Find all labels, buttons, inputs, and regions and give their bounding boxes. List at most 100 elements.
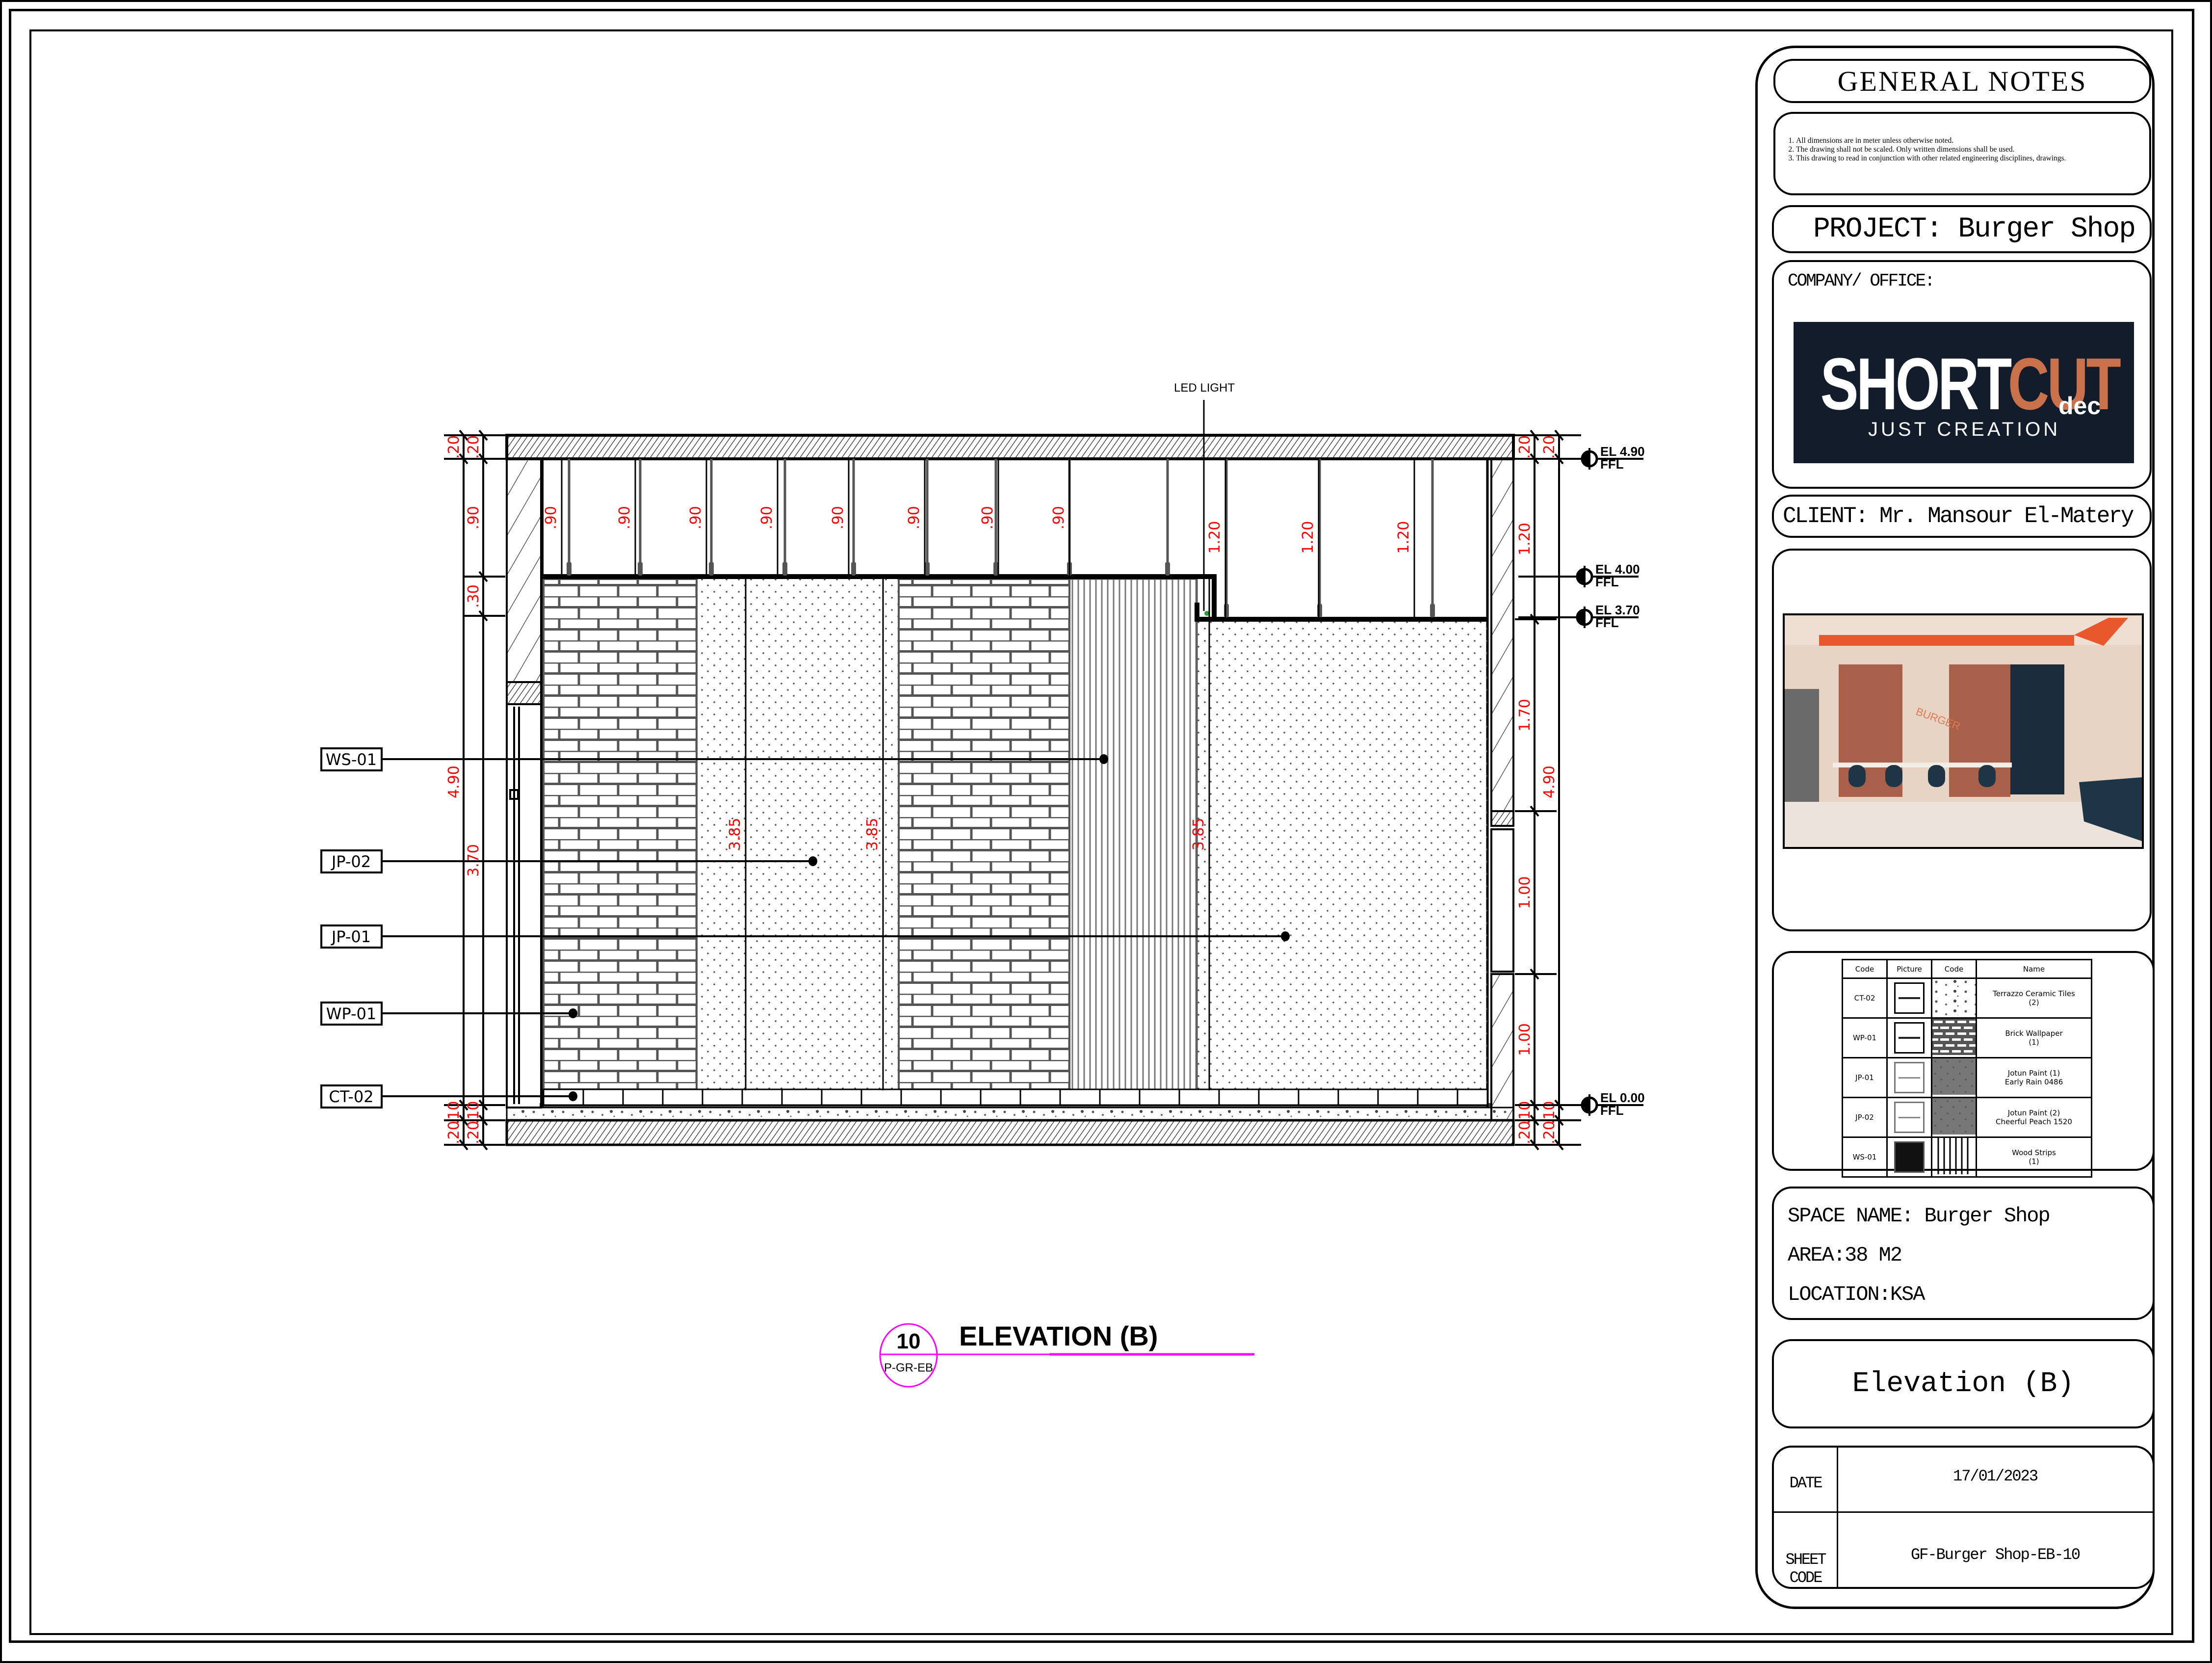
legend-header-pattern-code: Code — [1931, 959, 1977, 979]
space-area: AREA:38 M2 — [1788, 1243, 1902, 1267]
dimension-label: .20 — [465, 1121, 482, 1144]
dimension-label: .20 — [445, 435, 463, 459]
dimension-label: 1.00 — [1516, 1023, 1534, 1056]
dimension-label: .20 — [1541, 1121, 1558, 1144]
dimension-label: .20 — [445, 1121, 463, 1144]
legend-name: Terrazzo Ceramic Tiles (2) — [1976, 977, 2092, 1019]
logo-tagline: JUST CREATION — [1868, 419, 2060, 440]
elevation-sub-label: FFL — [1595, 615, 1619, 630]
material-tag-code: WP-01 — [326, 1004, 377, 1023]
ceiling-drop-label: 1.20 — [1300, 521, 1317, 554]
legend-code: WS-01 — [1842, 1136, 1888, 1178]
legend-header-picture: Picture — [1886, 959, 1932, 979]
dimension-label: 1.20 — [1516, 523, 1534, 555]
date-value: 17/01/2023 — [1952, 1467, 2038, 1485]
legend-row: JP-01 Jotun Paint (1) Early Rain 0486 — [1842, 1057, 2092, 1098]
legend-code: JP-01 — [1842, 1057, 1888, 1098]
legend-pattern — [1931, 1017, 1977, 1058]
legend-pattern — [1931, 977, 1977, 1019]
leader-dot — [569, 1091, 577, 1101]
elevation-sub-label: FFL — [1595, 575, 1619, 589]
legend-row: WS-01 Wood Strips (1) — [1842, 1136, 2092, 1178]
legend-picture — [1886, 1017, 1932, 1058]
hanger-clip — [1430, 604, 1435, 617]
image-placeholder-icon — [1894, 1062, 1925, 1093]
general-notes: All dimensions are in meter unless other… — [1773, 112, 2151, 195]
view-number: 10 — [897, 1329, 921, 1353]
legend-pattern — [1931, 1097, 1977, 1138]
right-lintel — [1490, 810, 1514, 827]
material-legend-table: Code Picture Code Name CT-02 Terrazzo Ce… — [1842, 959, 2092, 1178]
leader-dot — [1281, 931, 1290, 941]
view-sheet-ref: P-GR-EB — [884, 1361, 933, 1374]
render-box: BURGER — [1772, 549, 2152, 931]
legend-row: CT-02 Terrazzo Ceramic Tiles (2) — [1842, 977, 2092, 1019]
legend-pattern — [1931, 1057, 1977, 1098]
view-title-block: 10 P-GR-EB ELEVATION (B) — [879, 1320, 1254, 1388]
dimension-label: 4.90 — [1541, 766, 1558, 798]
left-window-frame — [506, 703, 542, 1109]
legend-code: JP-02 — [1842, 1097, 1888, 1138]
note-item: This drawing to read in conjunction with… — [1796, 154, 2140, 163]
dimension-label: 4.90 — [445, 766, 463, 798]
legend-row: JP-02 Jotun Paint (2) Cheerful Peach 1520 — [1842, 1097, 2092, 1138]
floor-screed — [506, 1107, 1514, 1121]
wall-height-label: 3.85 — [727, 818, 744, 851]
legend-pattern — [1931, 1136, 1977, 1178]
sheet-code-label: SHEET CODE — [1785, 1551, 1826, 1587]
note-item: All dimensions are in meter unless other… — [1796, 136, 2140, 145]
ceiling-drop-label: 1.20 — [1206, 521, 1223, 554]
hanger-clip — [1165, 562, 1170, 576]
floor-slab — [505, 1119, 1515, 1146]
legend-header-name: Name — [1976, 959, 2092, 979]
logo-suffix: dec — [2058, 392, 2101, 420]
legend-code: WP-01 — [1842, 1017, 1888, 1058]
right-window-opening — [1490, 828, 1514, 973]
ceiling-drop-label: .90 — [687, 506, 704, 529]
paint-dots-pattern-icon — [1932, 1098, 1976, 1135]
sheet-code-value: GF-Burger Shop-EB-10 — [1910, 1546, 2081, 1564]
ceiling-drop-label: .90 — [906, 506, 923, 529]
wood-swatch-icon — [1894, 1141, 1925, 1173]
dimension-label: .20 — [465, 435, 482, 459]
legend-row: WP-01 Brick Wallpaper (1) — [1842, 1017, 2092, 1058]
space-info-box: SPACE NAME: Burger Shop AREA:38 M2 LOCAT… — [1772, 1187, 2155, 1320]
wall-height-label: 3.85 — [864, 818, 881, 851]
brick-wallpaper-right — [898, 578, 1070, 1090]
legend-picture — [1886, 1057, 1932, 1098]
ceiling-slab — [505, 434, 1515, 460]
skirting-tiles — [543, 1088, 1488, 1106]
strips-pattern-icon — [1937, 1138, 1969, 1174]
terrazzo-pattern-icon — [1932, 979, 1976, 1015]
legend-header-code: Code — [1842, 959, 1888, 979]
ceiling-drop-label: .90 — [1050, 506, 1067, 529]
hanger-clip — [782, 562, 787, 576]
dimension-label: .90 — [465, 506, 482, 529]
leader-dot — [808, 856, 817, 866]
render-wood-strip-panel — [2010, 664, 2064, 794]
dimension-label: .20 — [1516, 1121, 1534, 1144]
hanger-clip — [709, 562, 714, 576]
led-light-label: LED LIGHT — [1174, 381, 1235, 395]
dimension-label: .30 — [465, 584, 482, 608]
space-name: SPACE NAME: Burger Shop — [1788, 1204, 2051, 1228]
right-wall-section — [1490, 458, 1514, 812]
legend-name: Jotun Paint (1) Early Rain 0486 — [1976, 1057, 2092, 1098]
ceiling-drop-label: 1.20 — [1395, 521, 1412, 554]
legend-header-row: Code Picture Code Name — [1842, 959, 2092, 979]
leader-dot — [569, 1008, 577, 1018]
legend-name: Brick Wallpaper (1) — [1976, 1017, 2092, 1058]
logo-word-white: SHORT — [1821, 343, 2012, 425]
shortcut-logo-icon: SHORT CUT dec JUST CREATION — [1821, 343, 2123, 440]
company-logo: SHORT CUT dec JUST CREATION — [1794, 322, 2134, 463]
leader-dot — [1099, 754, 1108, 764]
ceiling-drop-label: .90 — [616, 506, 633, 529]
space-location: LOCATION:KSA — [1788, 1283, 1925, 1306]
dimension-label: 1.70 — [1516, 699, 1534, 732]
skirting-band — [543, 1088, 1488, 1106]
hanger-clip — [638, 562, 643, 576]
note-item: The drawing shall not be scaled. Only wr… — [1796, 145, 2140, 154]
legend-picture — [1886, 977, 1932, 1019]
image-placeholder-icon — [1894, 982, 1925, 1014]
ceiling-drop-label: .90 — [543, 506, 560, 529]
